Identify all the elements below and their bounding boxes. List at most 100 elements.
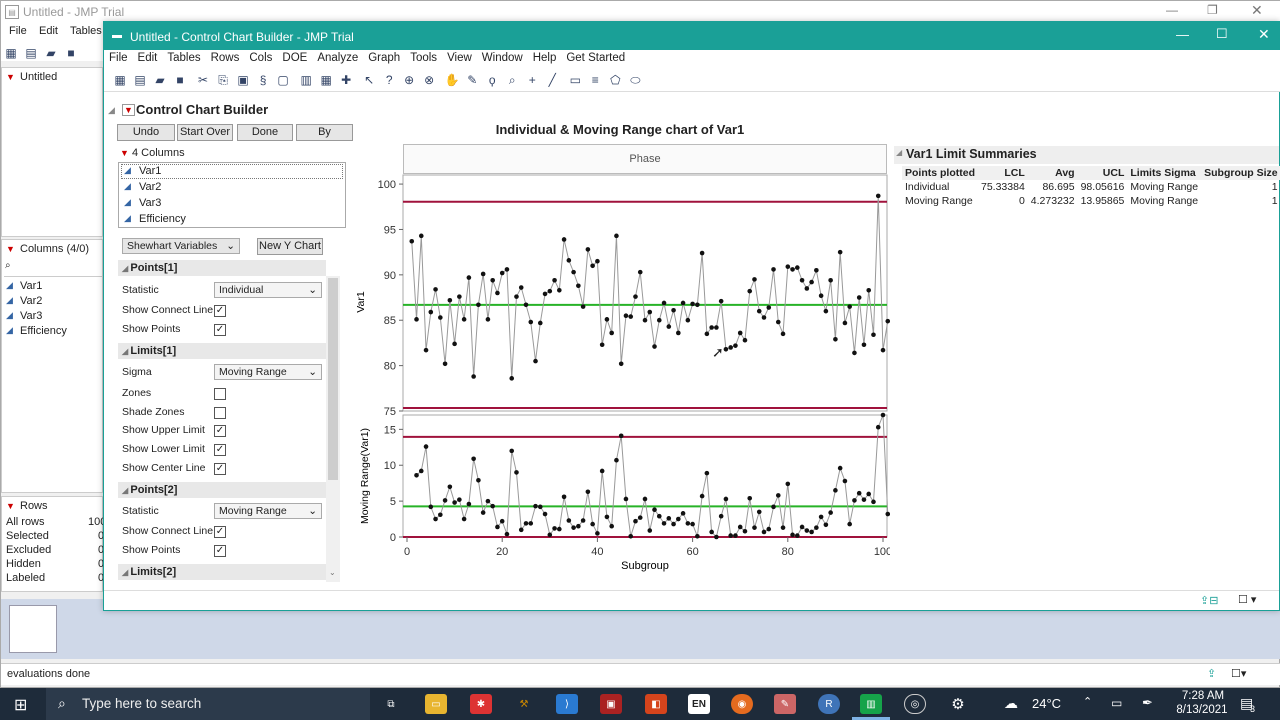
bg-menu-file[interactable]: File xyxy=(9,25,27,37)
bg-menu-edit[interactable]: Edit xyxy=(39,25,58,37)
file-explorer-icon[interactable]: ▭ xyxy=(425,694,447,714)
limits2-section[interactable]: ◢ Limits[2] xyxy=(118,564,326,580)
menu-graph[interactable]: Graph xyxy=(363,50,405,66)
individual-data-point[interactable] xyxy=(752,277,757,282)
moving-range-data-point[interactable] xyxy=(837,465,843,471)
home-icon[interactable]: ⇪ xyxy=(1207,667,1216,680)
windows-start-icon[interactable]: ⊞ xyxy=(14,695,27,715)
moving-range-data-point[interactable] xyxy=(742,528,748,534)
save-icon[interactable]: ■ xyxy=(62,44,80,62)
moving-range-data-point[interactable] xyxy=(728,533,733,538)
moving-range-data-point[interactable] xyxy=(775,493,781,498)
moving-range-data-point[interactable] xyxy=(671,521,676,527)
annotate-icon[interactable]: ▭ xyxy=(566,71,584,89)
menu-view[interactable]: View xyxy=(442,50,477,66)
moving-range-data-point[interactable] xyxy=(676,516,681,522)
moving-range-data-point[interactable] xyxy=(766,526,772,532)
jmp-taskbar-icon[interactable]: ▥ xyxy=(860,694,882,714)
moving-range-data-point[interactable] xyxy=(580,518,586,523)
crosshair-tool-icon[interactable]: ⊗ xyxy=(420,71,438,89)
individual-data-point[interactable] xyxy=(585,247,591,252)
column-item[interactable]: Var2 xyxy=(20,295,42,307)
individual-data-point[interactable] xyxy=(709,325,714,330)
moving-range-data-point[interactable] xyxy=(433,516,438,522)
shade-zones-checkbox[interactable] xyxy=(214,407,226,419)
scrollbar[interactable]: ⌄ xyxy=(326,276,340,582)
individual-data-point[interactable] xyxy=(495,290,500,296)
show-points-checkbox[interactable]: ✓ xyxy=(214,324,226,336)
moving-range-data-point[interactable] xyxy=(504,531,510,537)
lower-limit-checkbox[interactable]: ✓ xyxy=(214,444,226,456)
individual-data-point[interactable] xyxy=(756,308,762,314)
moving-range-data-point[interactable] xyxy=(833,488,838,493)
points1-section[interactable]: ◢ Points[1] xyxy=(118,260,326,276)
home-icon[interactable]: ⇪⊟ xyxy=(1200,594,1218,607)
app-tools-icon[interactable]: ⚒ xyxy=(513,694,535,714)
scroll-down-icon[interactable]: ⌄ xyxy=(329,568,336,577)
red-triangle-icon[interactable]: ▼ xyxy=(122,104,135,116)
new-table-icon[interactable]: ▦ xyxy=(2,44,20,62)
script-icon[interactable]: § xyxy=(254,71,272,89)
individual-data-point[interactable] xyxy=(680,300,686,306)
individual-data-point[interactable] xyxy=(423,347,429,353)
individual-data-point[interactable] xyxy=(871,332,876,338)
cut-icon[interactable]: ✂ xyxy=(194,71,212,89)
moving-range-data-point[interactable] xyxy=(761,529,767,535)
individual-data-point[interactable] xyxy=(671,307,676,313)
individual-data-point[interactable] xyxy=(552,277,557,283)
collapse-icon[interactable]: ◢ xyxy=(896,148,902,157)
battery-icon[interactable]: ▭ xyxy=(1111,696,1122,710)
individual-data-point[interactable] xyxy=(885,318,890,324)
individual-data-point[interactable] xyxy=(785,264,791,269)
language-icon[interactable]: EN xyxy=(688,694,710,714)
new-script-icon[interactable]: ▤ xyxy=(22,44,40,62)
columns-disclosure-icon[interactable]: ▼ xyxy=(120,148,129,158)
moving-range-data-point[interactable] xyxy=(818,514,824,520)
individual-data-point[interactable] xyxy=(728,345,733,350)
moving-range-data-point[interactable] xyxy=(480,510,486,515)
column-efficiency[interactable]: Efficiency xyxy=(139,213,186,225)
connect-line2-checkbox[interactable]: ✓ xyxy=(214,526,226,538)
minimize-icon[interactable]: — xyxy=(1166,3,1178,17)
menu-doe[interactable]: DOE xyxy=(277,50,312,66)
individual-data-point[interactable] xyxy=(747,288,753,294)
moving-range-data-point[interactable] xyxy=(866,491,872,497)
save-icon[interactable]: ■ xyxy=(171,71,189,89)
individual-data-point[interactable] xyxy=(604,317,610,322)
moving-range-data-point[interactable] xyxy=(795,533,800,538)
moving-range-data-point[interactable] xyxy=(466,501,472,507)
moving-range-data-point[interactable] xyxy=(628,533,634,539)
individual-data-point[interactable] xyxy=(628,314,634,319)
moving-range-data-point[interactable] xyxy=(714,534,719,540)
moving-range-data-point[interactable] xyxy=(747,495,753,501)
menu-analyze[interactable]: Analyze xyxy=(312,50,363,66)
moving-range-data-point[interactable] xyxy=(476,478,481,483)
column-item[interactable]: Var3 xyxy=(20,310,42,322)
individual-data-point[interactable] xyxy=(509,376,515,381)
individual-data-point[interactable] xyxy=(571,269,576,275)
start-over-button[interactable]: Start Over xyxy=(177,124,233,141)
individual-data-point[interactable] xyxy=(457,294,462,299)
layout-icon[interactable]: ▢ xyxy=(274,71,292,89)
individual-data-point[interactable] xyxy=(480,271,486,277)
individual-data-point[interactable] xyxy=(880,347,886,353)
individual-data-point[interactable] xyxy=(718,298,724,304)
individual-data-point[interactable] xyxy=(547,288,553,294)
moving-range-data-point[interactable] xyxy=(618,433,624,439)
individual-data-point[interactable] xyxy=(661,300,667,306)
shewhart-dropdown[interactable]: Shewhart Variables ⌄ xyxy=(122,238,240,254)
moving-range-data-point[interactable] xyxy=(447,484,453,490)
individual-data-point[interactable] xyxy=(856,295,862,300)
moving-range-data-point[interactable] xyxy=(518,527,524,533)
individual-data-point[interactable] xyxy=(647,309,653,315)
moving-range-data-point[interactable] xyxy=(495,524,500,530)
moving-range-data-point[interactable] xyxy=(595,531,600,536)
done-button[interactable]: Done xyxy=(237,124,293,141)
restore-icon[interactable]: ❐ xyxy=(1207,3,1218,17)
moving-range-data-point[interactable] xyxy=(823,522,829,528)
menu-cols[interactable]: Cols xyxy=(244,50,277,66)
moving-range-data-point[interactable] xyxy=(604,514,610,520)
center-line-checkbox[interactable]: ✓ xyxy=(214,463,226,475)
individual-data-point[interactable] xyxy=(461,317,467,322)
disclosure-icon[interactable]: ▼ xyxy=(6,501,15,511)
